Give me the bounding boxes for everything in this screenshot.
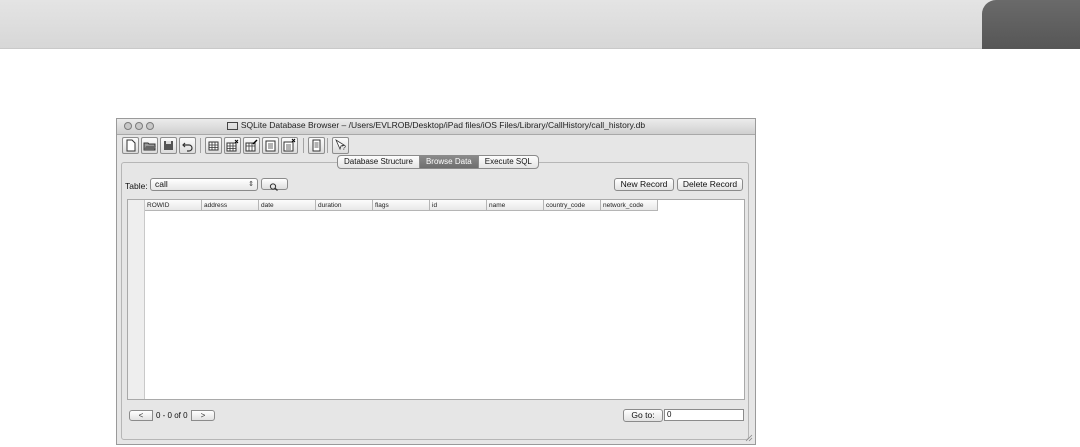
table-select-value: call <box>155 179 168 189</box>
search-button[interactable] <box>261 178 288 191</box>
column-header-country-code[interactable]: country_code <box>544 200 601 211</box>
create-table-icon <box>208 141 219 151</box>
undo-icon <box>182 142 193 152</box>
new-record-button[interactable]: New Record <box>614 178 674 191</box>
svg-text:?: ? <box>342 145 346 152</box>
tab-browse-data[interactable]: Browse Data <box>418 155 479 169</box>
column-header-name[interactable]: name <box>487 200 544 211</box>
page-top-bar <box>0 0 1080 49</box>
delete-index-icon <box>283 138 296 152</box>
title-bar: SQLite Database Browser – /Users/EVLROB/… <box>117 119 755 135</box>
new-database-icon <box>126 139 136 152</box>
record-count-status: 0 - 0 of 0 <box>156 411 188 420</box>
table-label: Table: <box>125 181 148 191</box>
column-header-address[interactable]: address <box>202 200 259 211</box>
open-database-icon <box>143 142 156 151</box>
window-title: SQLite Database Browser – /Users/EVLROB/… <box>117 120 755 130</box>
next-page-button[interactable]: > <box>191 410 215 421</box>
delete-table-icon <box>226 139 239 152</box>
goto-input[interactable]: 0 <box>664 409 744 421</box>
table-select[interactable]: call ⇕ <box>150 178 258 191</box>
toolbar-separator <box>327 138 328 153</box>
row-header-column <box>128 200 145 399</box>
column-header-network-code[interactable]: network_code <box>601 200 658 211</box>
save-button[interactable] <box>160 137 177 154</box>
tab-bar: Database Structure Browse Data Execute S… <box>337 155 539 169</box>
preferences-icon <box>312 139 321 152</box>
create-index-button[interactable] <box>262 137 279 154</box>
create-table-button[interactable] <box>205 137 222 154</box>
create-index-icon <box>265 140 276 152</box>
toolbar-separator <box>200 138 201 153</box>
whats-this-button[interactable]: ? <box>332 137 349 154</box>
open-database-button[interactable] <box>141 137 158 154</box>
preferences-button[interactable] <box>308 137 325 154</box>
toolbar: ? <box>117 135 755 157</box>
resize-grip-icon[interactable] <box>745 434 753 442</box>
magnifier-icon <box>269 183 278 191</box>
tab-database-structure[interactable]: Database Structure <box>337 155 420 169</box>
modify-table-button[interactable] <box>243 137 260 154</box>
column-header-rowid[interactable]: ROWID <box>145 200 202 211</box>
previous-page-button[interactable]: < <box>129 410 153 421</box>
delete-record-button[interactable]: Delete Record <box>677 178 743 191</box>
tab-execute-sql[interactable]: Execute SQL <box>477 155 539 169</box>
page-corner-tab <box>982 0 1080 49</box>
goto-button[interactable]: Go to: <box>623 409 663 422</box>
column-header-duration[interactable]: duration <box>316 200 373 211</box>
delete-table-button[interactable] <box>224 137 241 154</box>
whats-this-icon: ? <box>335 138 346 152</box>
save-icon <box>164 141 173 150</box>
undo-button[interactable] <box>179 137 196 154</box>
app-window: SQLite Database Browser – /Users/EVLROB/… <box>116 118 756 445</box>
database-icon <box>226 121 238 130</box>
updown-arrows-icon: ⇕ <box>248 181 254 188</box>
modify-table-icon <box>245 139 258 152</box>
column-header-flags[interactable]: flags <box>373 200 430 211</box>
grid-header: ROWID address date duration flags id nam… <box>145 200 658 211</box>
toolbar-separator <box>303 138 304 153</box>
delete-index-button[interactable] <box>281 137 298 154</box>
new-database-button[interactable] <box>122 137 139 154</box>
data-grid[interactable]: ROWID address date duration flags id nam… <box>127 199 745 400</box>
column-header-id[interactable]: id <box>430 200 487 211</box>
column-header-date[interactable]: date <box>259 200 316 211</box>
